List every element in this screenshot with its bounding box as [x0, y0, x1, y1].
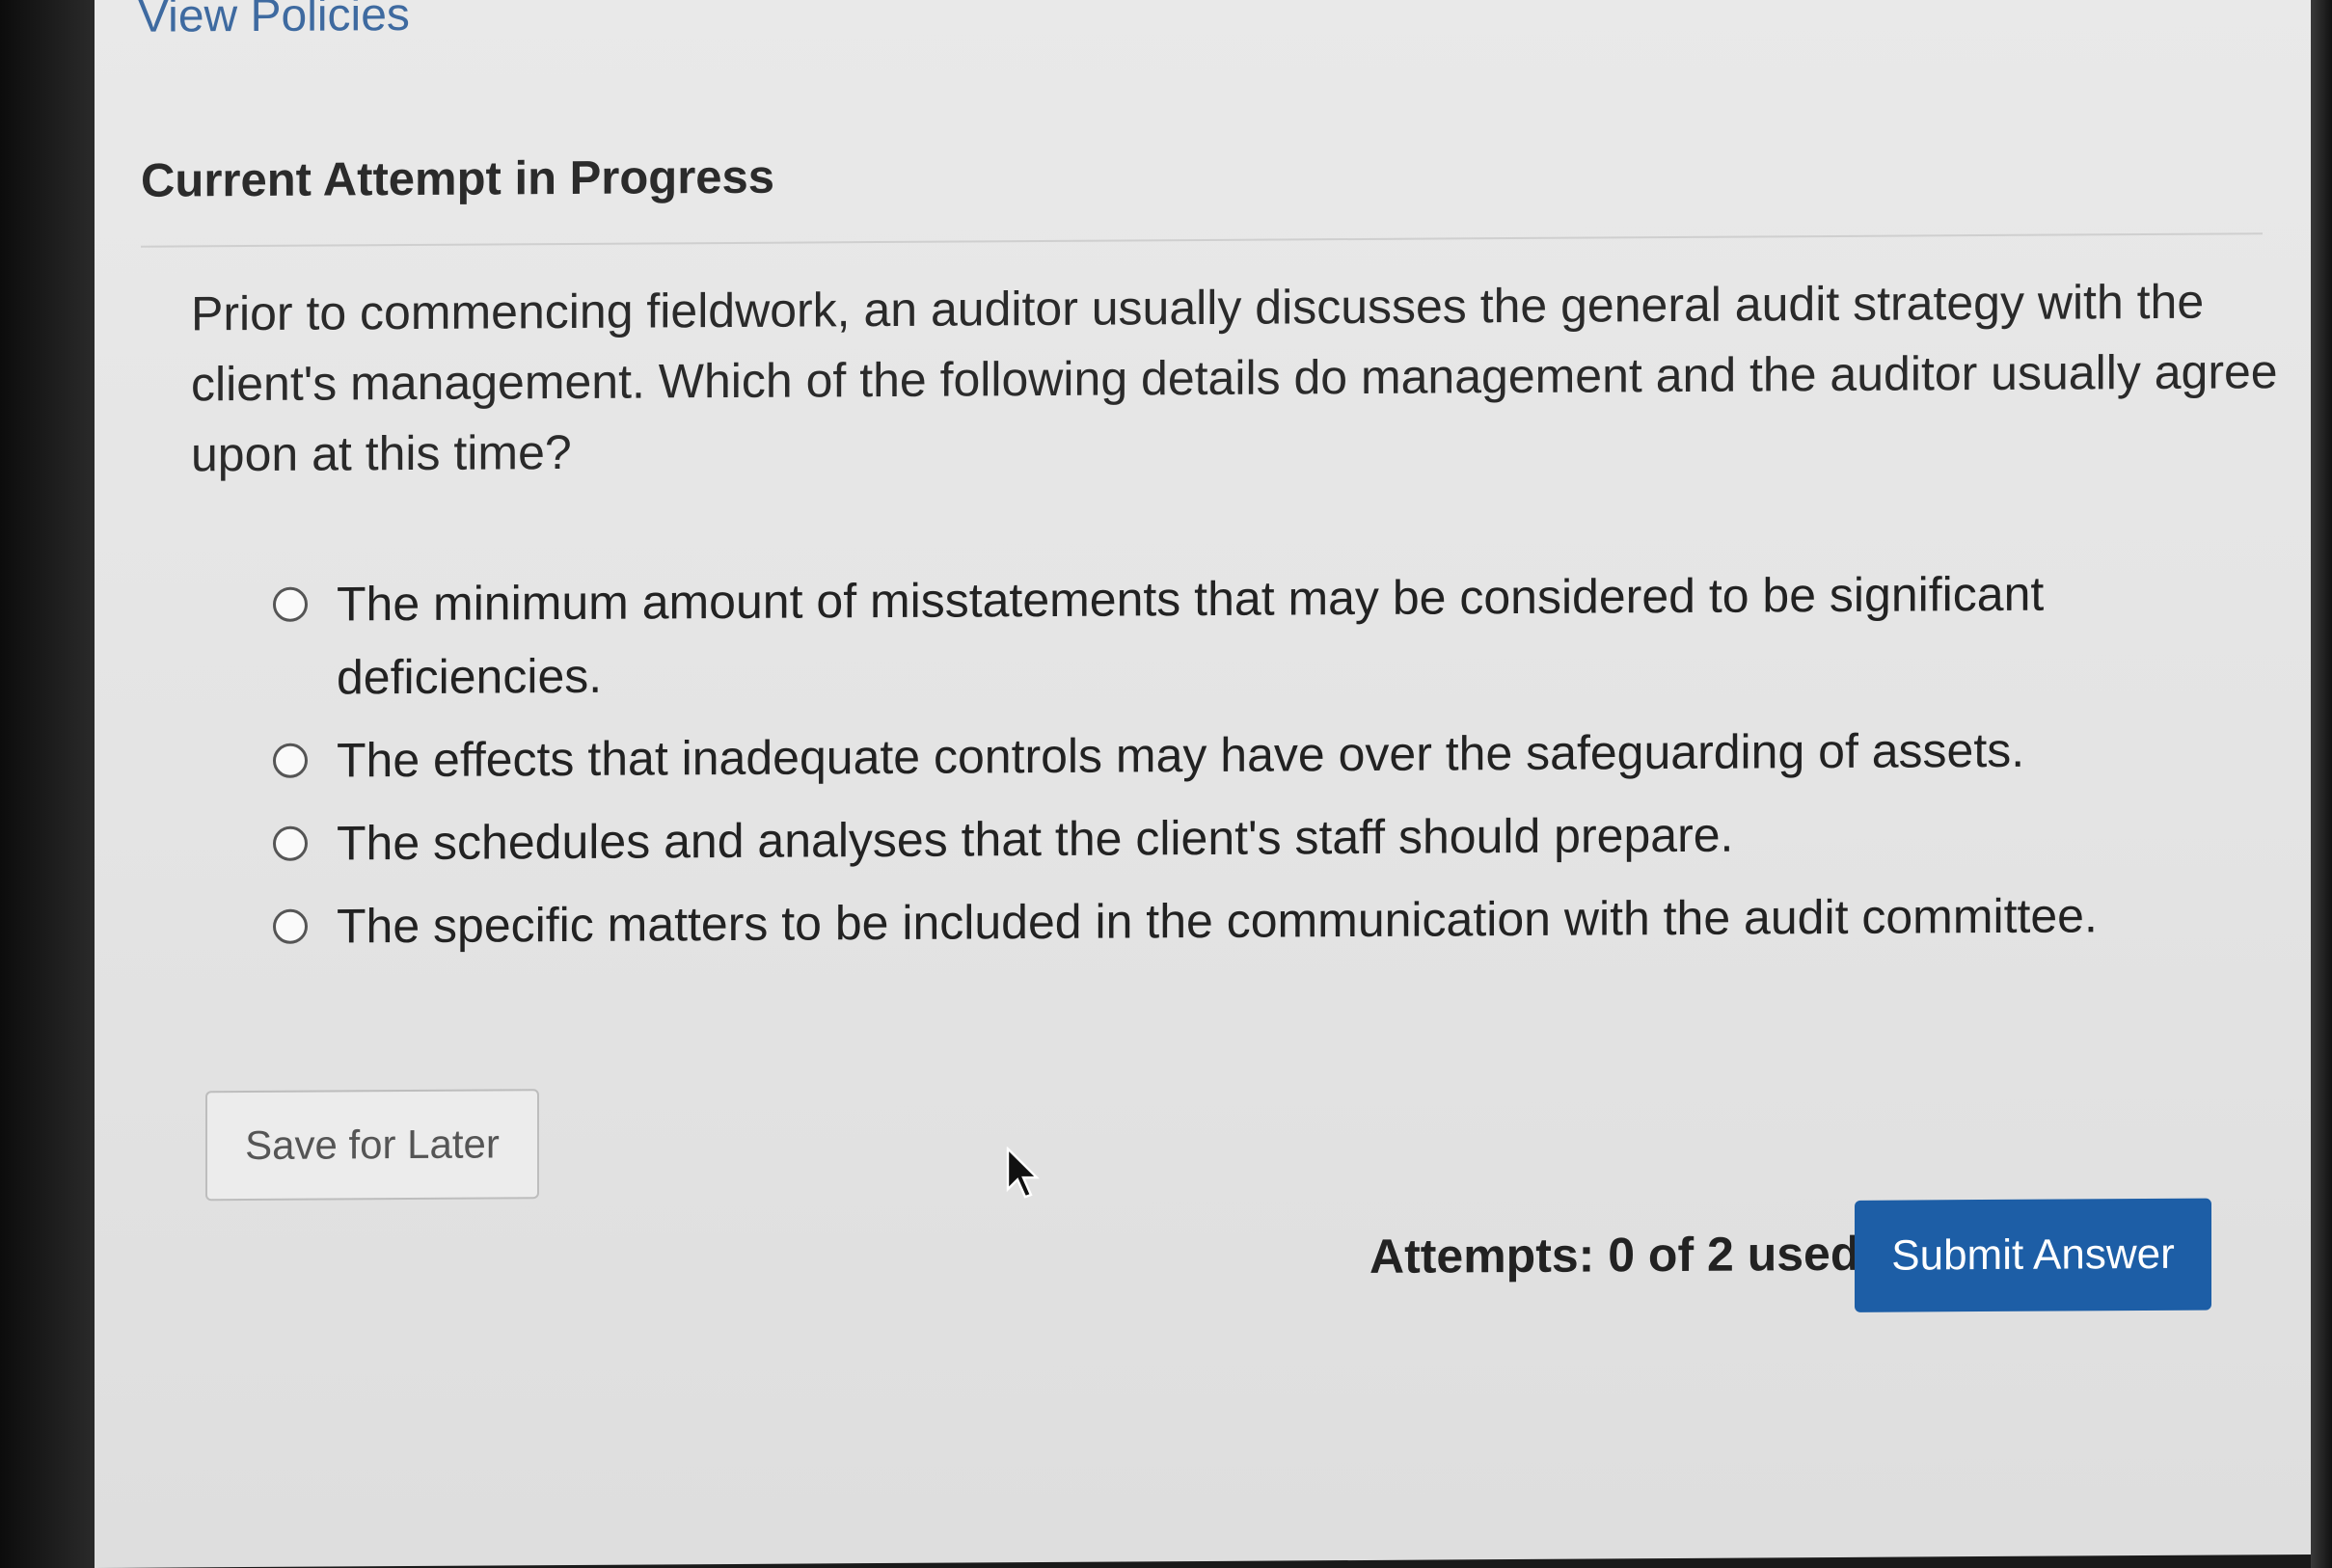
answer-option-label: The effects that inadequate controls may…	[337, 722, 2025, 788]
answer-option-label: The minimum amount of misstatements that…	[337, 566, 2045, 705]
answer-option-2[interactable]: The effects that inadequate controls may…	[273, 712, 2250, 798]
question-text: Prior to commencing fieldwork, an audito…	[191, 274, 2278, 482]
monitor-bezel-left	[0, 0, 95, 1568]
radio-unselected-icon[interactable]	[273, 743, 308, 778]
radio-unselected-icon[interactable]	[273, 908, 308, 944]
answer-option-1[interactable]: The minimum amount of misstatements that…	[273, 555, 2250, 715]
save-for-later-button[interactable]: Save for Later	[205, 1089, 539, 1202]
radio-unselected-icon[interactable]	[273, 825, 308, 861]
submit-answer-button[interactable]: Submit Answer	[1855, 1198, 2211, 1312]
monitor-bezel-right	[2311, 0, 2332, 1568]
answer-options: The minimum amount of misstatements that…	[273, 555, 2250, 973]
section-title: Current Attempt in Progress	[141, 150, 775, 207]
answer-option-label: The specific matters to be included in t…	[337, 888, 2098, 954]
quiz-screen: View Policies Current Attempt in Progres…	[95, 0, 2311, 1568]
mouse-pointer-icon	[1006, 1146, 1040, 1199]
answer-option-3[interactable]: The schedules and analyses that the clie…	[273, 795, 2250, 880]
view-policies-link[interactable]: View Policies	[138, 0, 410, 43]
answer-option-label: The schedules and analyses that the clie…	[337, 807, 1734, 871]
attempts-counter: Attempts: 0 of 2 used	[1369, 1226, 1860, 1284]
radio-unselected-icon[interactable]	[273, 586, 308, 622]
divider	[141, 232, 2263, 248]
answer-option-4[interactable]: The specific matters to be included in t…	[273, 878, 2250, 963]
